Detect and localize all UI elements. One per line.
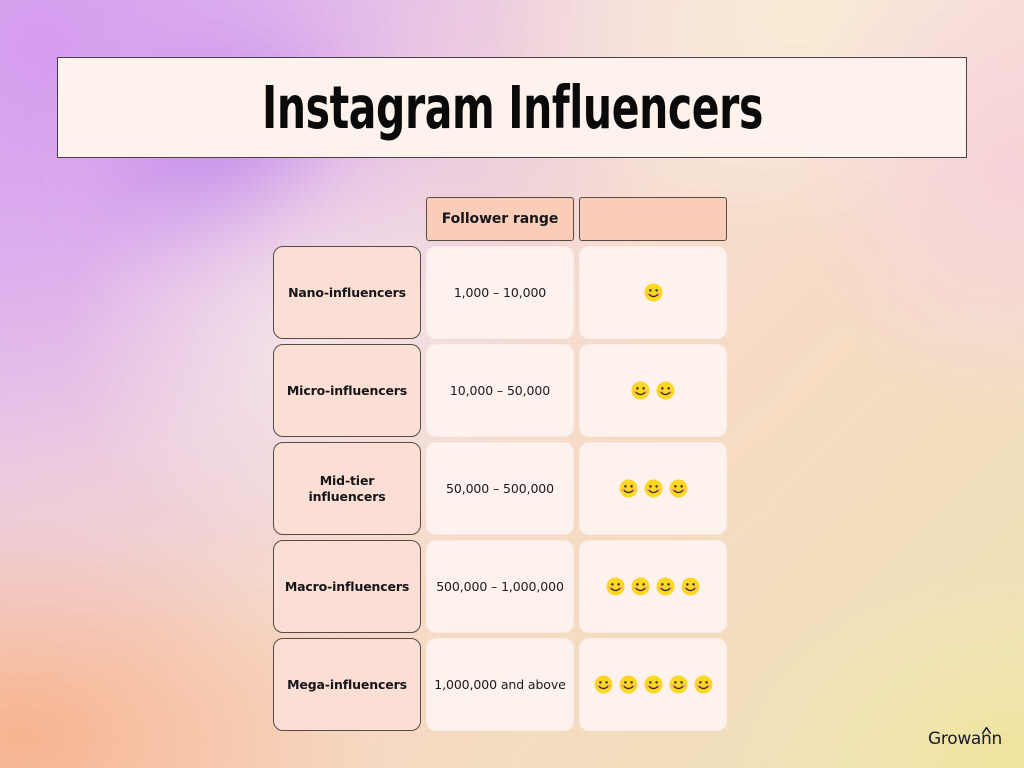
tier-name-cell: Mid-tier influencers	[273, 442, 421, 535]
tier-name-label: Nano-influencers	[288, 284, 406, 300]
table-header-follower-range-label: Follower range	[441, 211, 559, 227]
smiley-face-icon	[693, 675, 713, 694]
smiley-face-icon	[618, 675, 638, 694]
influencer-tiers-table: Follower range Nano-influencers 1,000 – 1…	[273, 197, 727, 736]
tier-name-label: Mega-influencers	[287, 676, 407, 692]
follower-range-cell: 1,000,000 and above	[426, 638, 574, 731]
brand-logo: Growann	[928, 727, 1002, 748]
smiley-face-icon	[643, 479, 663, 498]
table-row: Nano-influencers 1,000 – 10,000	[273, 246, 727, 339]
rating-cell	[579, 638, 727, 731]
tier-name-cell: Macro-influencers	[273, 540, 421, 633]
table-row: Mega-influencers 1,000,000 and above	[273, 638, 727, 731]
title-banner: Instagram Influencers	[57, 57, 967, 158]
rating-smiley-group	[593, 675, 713, 694]
rating-smiley-group	[643, 283, 663, 302]
smiley-face-icon	[643, 675, 663, 694]
smiley-face-icon	[656, 577, 675, 596]
follower-range-value: 50,000 – 500,000	[445, 481, 555, 496]
follower-range-cell: 500,000 – 1,000,000	[426, 540, 574, 633]
smiley-face-icon	[668, 479, 688, 498]
rating-smiley-group	[606, 577, 700, 596]
smiley-face-icon	[606, 577, 625, 596]
follower-range-cell: 10,000 – 50,000	[426, 344, 574, 437]
follower-range-cell: 50,000 – 500,000	[426, 442, 574, 535]
rating-cell	[579, 344, 727, 437]
page-title: Instagram Influencers	[261, 73, 763, 142]
logo-caret-accent-icon	[982, 727, 992, 734]
table-body: Nano-influencers 1,000 – 10,000 Micro-infl…	[273, 246, 727, 731]
rating-smiley-group	[618, 479, 688, 498]
table-row: Macro-influencers 500,000 – 1,000,000	[273, 540, 727, 633]
follower-range-cell: 1,000 – 10,000	[426, 246, 574, 339]
tier-name-cell: Nano-influencers	[273, 246, 421, 339]
tier-name-cell: Mega-influencers	[273, 638, 421, 731]
tier-name-label: Macro-influencers	[284, 578, 410, 594]
table-header-label-spacer	[273, 197, 421, 241]
smiley-face-icon	[631, 577, 650, 596]
follower-range-value: 500,000 – 1,000,000	[436, 579, 564, 594]
smiley-face-icon	[668, 675, 688, 694]
smiley-face-icon	[681, 577, 700, 596]
table-header-rating	[579, 197, 727, 241]
rating-cell	[579, 246, 727, 339]
smiley-face-icon	[593, 675, 613, 694]
tier-name-label: Mid-tier influencers	[308, 472, 386, 504]
rating-cell	[579, 540, 727, 633]
rating-smiley-group	[631, 381, 675, 400]
tier-name-label: Micro-influencers	[286, 382, 408, 398]
table-header-follower-range: Follower range	[426, 197, 574, 241]
follower-range-value: 10,000 – 50,000	[449, 383, 551, 398]
slide-canvas: Instagram Influencers Follower range Nan…	[0, 0, 1024, 768]
brand-logo-text: Growann	[928, 727, 1002, 748]
smiley-face-icon	[656, 381, 675, 400]
rating-cell	[579, 442, 727, 535]
follower-range-value: 1,000,000 and above	[434, 677, 566, 692]
follower-range-value: 1,000 – 10,000	[453, 285, 547, 300]
smiley-face-icon	[631, 381, 650, 400]
tier-name-cell: Micro-influencers	[273, 344, 421, 437]
table-header-row: Follower range	[273, 197, 727, 241]
smiley-face-icon	[618, 479, 638, 498]
table-row: Micro-influencers 10,000 – 50,000	[273, 344, 727, 437]
smiley-face-icon	[643, 283, 663, 302]
table-row: Mid-tier influencers 50,000 – 500,000	[273, 442, 727, 535]
